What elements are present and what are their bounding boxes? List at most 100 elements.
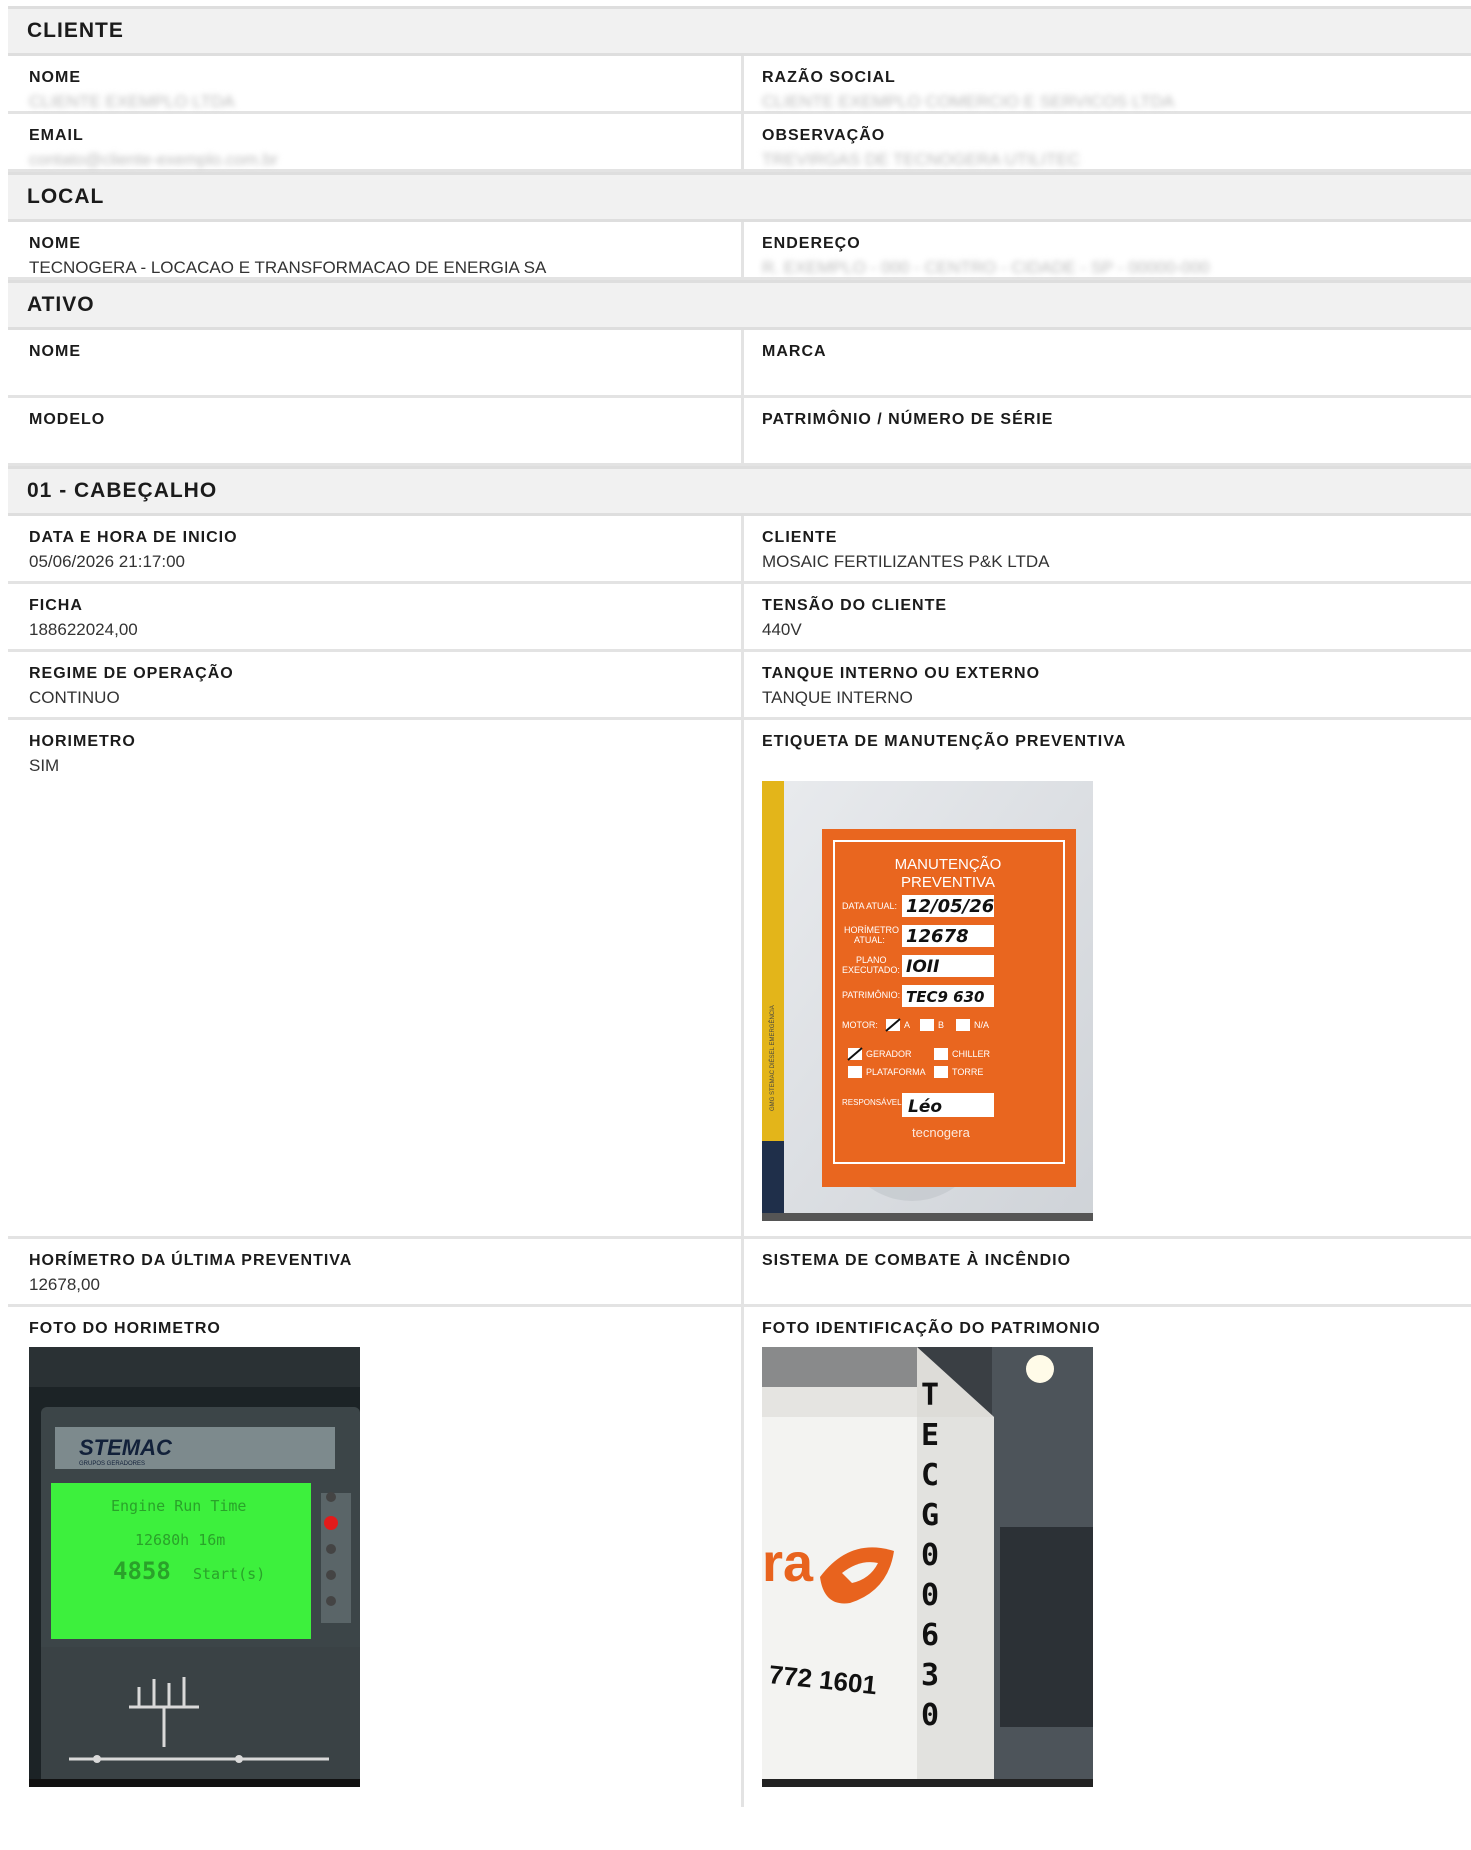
code-char-2: E <box>921 1418 939 1453</box>
ativo-row-2: MODELO PATRIMÔNIO / NÚMERO DE SÉRIE <box>8 398 1471 466</box>
label-responsavel: RESPONSÁVEL: <box>842 1098 904 1107</box>
ativo-nome-cell: NOME <box>8 330 744 395</box>
tensao-value: 440V <box>762 620 802 639</box>
foto-patrimonio-label: FOTO IDENTIFICAÇÃO DO PATRIMONIO <box>762 1320 1101 1337</box>
code-char-4: G <box>921 1498 939 1533</box>
lcd-hours: 12680h 16m <box>135 1531 225 1549</box>
ativo-modelo-label: MODELO <box>29 411 106 428</box>
foto-patrimonio-cell: FOTO IDENTIFICAÇÃO DO PATRIMONIO ra 772 … <box>744 1307 1471 1807</box>
stemac-sub: GRUPOS GERADORES <box>79 1461 145 1467</box>
label-motor: MOTOR: <box>842 1020 878 1030</box>
patrimonio-photo[interactable]: ra 772 1601 T E C G 0 0 6 3 0 <box>762 1347 1093 1787</box>
cabecalho-row-3: REGIME DE OPERAÇÃO CONTINUO TANQUE INTER… <box>8 652 1471 720</box>
section-cabecalho-header: 01 - CABEÇALHO <box>8 466 1471 516</box>
local-nome-cell: NOME TECNOGERA - LOCACAO E TRANSFORMACAO… <box>8 222 744 277</box>
handwritten-plano: IOII <box>906 957 939 977</box>
ativo-modelo-cell: MODELO <box>8 398 744 463</box>
etiqueta-label: ETIQUETA DE MANUTENÇÃO PREVENTIVA <box>762 733 1127 750</box>
cliente-razao-cell: RAZÃO SOCIAL CLIENTE EXEMPLO COMERCIO E … <box>744 56 1471 111</box>
cliente-nome-label: NOME <box>29 69 81 86</box>
incendio-cell: SISTEMA DE COMBATE À INCÊNDIO <box>744 1239 1471 1304</box>
label-title-2: PREVENTIVA <box>901 874 995 891</box>
stemac-brand: STEMAC <box>79 1435 173 1460</box>
label-plataforma: PLATAFORMA <box>866 1067 926 1077</box>
incendio-label: SISTEMA DE COMBATE À INCÊNDIO <box>762 1252 1072 1269</box>
cliente-obs-cell: OBSERVAÇÃO TREVIRGAS DE TECNOGERA UTILIT… <box>744 114 1471 169</box>
vertical-code: T E C G 0 0 6 3 0 <box>921 1378 939 1733</box>
code-char-3: C <box>921 1458 939 1493</box>
code-char-6: 0 <box>921 1578 939 1613</box>
section-local-header: LOCAL <box>8 172 1471 222</box>
section-ativo-header: ATIVO <box>8 280 1471 330</box>
code-char-7: 6 <box>921 1618 939 1653</box>
inicio-value: 05/06/2026 21:17:00 <box>29 552 185 571</box>
cabecalho-cliente-cell: CLIENTE MOSAIC FERTILIZANTES P&K LTDA <box>744 516 1471 581</box>
label-brand: tecnogera <box>912 1125 971 1140</box>
ficha-value: 188622024,00 <box>29 620 138 639</box>
ativo-patrimonio-label: PATRIMÔNIO / NÚMERO DE SÉRIE <box>762 411 1054 428</box>
label-title-1: MANUTENÇÃO <box>895 856 1002 873</box>
label-horimetro-1: HORÍMETRO <box>844 925 899 935</box>
regime-label: REGIME DE OPERAÇÃO <box>29 665 234 682</box>
label-data-atual: DATA ATUAL: <box>842 901 897 911</box>
local-endereco-cell: ENDEREÇO R. EXEMPLO - 000 - CENTRO - CID… <box>744 222 1471 277</box>
label-chiller: CHILLER <box>952 1049 991 1059</box>
handwritten-data: 12/05/26 <box>906 896 994 917</box>
label-torre: TORRE <box>952 1067 983 1077</box>
side-text: GMG STEMAC DIÉSEL EMERGÊNCIA <box>768 1005 776 1111</box>
local-endereco-value: R. EXEMPLO - 000 - CENTRO - CIDADE - SP … <box>762 258 1210 277</box>
etiqueta-photo[interactable]: GMG STEMAC DIÉSEL EMERGÊNCIA MANUTENÇÃO … <box>762 781 1093 1221</box>
cabecalho-row-1: DATA E HORA DE INICIO 05/06/2026 21:17:0… <box>8 516 1471 584</box>
regime-value: CONTINUO <box>29 688 120 707</box>
cliente-email-cell: EMAIL contato@cliente-exemplo.com.br <box>8 114 744 169</box>
ultima-value: 12678,00 <box>29 1275 100 1294</box>
tanque-label: TANQUE INTERNO OU EXTERNO <box>762 665 1041 682</box>
cliente-razao-label: RAZÃO SOCIAL <box>762 69 896 86</box>
cabecalho-row-6: FOTO DO HORIMETRO STEMAC GRUPOS GERADORE… <box>8 1307 1471 1807</box>
local-nome-value: TECNOGERA - LOCACAO E TRANSFORMACAO DE E… <box>29 258 547 277</box>
horimetro-label: HORIMETRO <box>29 733 136 750</box>
local-nome-label: NOME <box>29 235 81 252</box>
label-gerador: GERADOR <box>866 1049 912 1059</box>
cliente-nome-cell: NOME CLIENTE EXEMPLO LTDA <box>8 56 744 111</box>
label-plano-2: EXECUTADO: <box>842 965 900 975</box>
cliente-row-2: EMAIL contato@cliente-exemplo.com.br OBS… <box>8 114 1471 172</box>
ultima-cell: HORÍMETRO DA ÚLTIMA PREVENTIVA 12678,00 <box>8 1239 744 1304</box>
horimetro-value: SIM <box>29 756 60 775</box>
cabecalho-cliente-value: MOSAIC FERTILIZANTES P&K LTDA <box>762 552 1050 571</box>
lcd-starts-unit: Start(s) <box>193 1565 265 1583</box>
label-plano-1: PLANO <box>856 955 887 965</box>
lcd-starts: 4858 <box>113 1557 171 1585</box>
tanque-value: TANQUE INTERNO <box>762 688 913 707</box>
handwritten-responsavel: Léo <box>908 1097 942 1117</box>
handwritten-patrimonio: TEC9 630 <box>906 988 984 1006</box>
local-endereco-label: ENDEREÇO <box>762 235 861 252</box>
inicio-cell: DATA E HORA DE INICIO 05/06/2026 21:17:0… <box>8 516 744 581</box>
ativo-patrimonio-cell: PATRIMÔNIO / NÚMERO DE SÉRIE <box>744 398 1471 463</box>
tensao-label: TENSÃO DO CLIENTE <box>762 597 948 614</box>
cliente-obs-label: OBSERVAÇÃO <box>762 127 886 144</box>
lcd-title: Engine Run Time <box>111 1497 246 1515</box>
code-char-5: 0 <box>921 1538 939 1573</box>
label-horimetro-2: ATUAL: <box>854 935 885 945</box>
cliente-obs-value: TREVIRGAS DE TECNOGERA UTILITEC <box>762 150 1081 169</box>
ativo-marca-cell: MARCA <box>744 330 1471 395</box>
horimetro-photo[interactable]: STEMAC GRUPOS GERADORES Engine Run Time … <box>29 1347 360 1787</box>
label-patrimonio: PATRIMÔNIO: <box>842 990 900 1000</box>
tensao-cell: TENSÃO DO CLIENTE 440V <box>744 584 1471 649</box>
code-char-8: 3 <box>921 1658 939 1693</box>
etiqueta-cell: ETIQUETA DE MANUTENÇÃO PREVENTIVA GMG ST… <box>744 720 1471 1236</box>
tanque-cell: TANQUE INTERNO OU EXTERNO TANQUE INTERNO <box>744 652 1471 717</box>
brand-fragment: ra <box>762 1533 814 1593</box>
ficha-label: FICHA <box>29 597 83 614</box>
label-opt-na: N/A <box>974 1020 989 1030</box>
ultima-label: HORÍMETRO DA ÚLTIMA PREVENTIVA <box>29 1252 353 1269</box>
ativo-marca-label: MARCA <box>762 343 827 360</box>
code-char-9: 0 <box>921 1698 939 1733</box>
ativo-row-1: NOME MARCA <box>8 330 1471 398</box>
label-opt-b: B <box>938 1020 944 1030</box>
foto-horimetro-cell: FOTO DO HORIMETRO STEMAC GRUPOS GERADORE… <box>8 1307 744 1807</box>
inicio-label: DATA E HORA DE INICIO <box>29 529 238 546</box>
cliente-razao-value: CLIENTE EXEMPLO COMERCIO E SERVICOS LTDA <box>762 92 1175 111</box>
cabecalho-cliente-label: CLIENTE <box>762 529 838 546</box>
